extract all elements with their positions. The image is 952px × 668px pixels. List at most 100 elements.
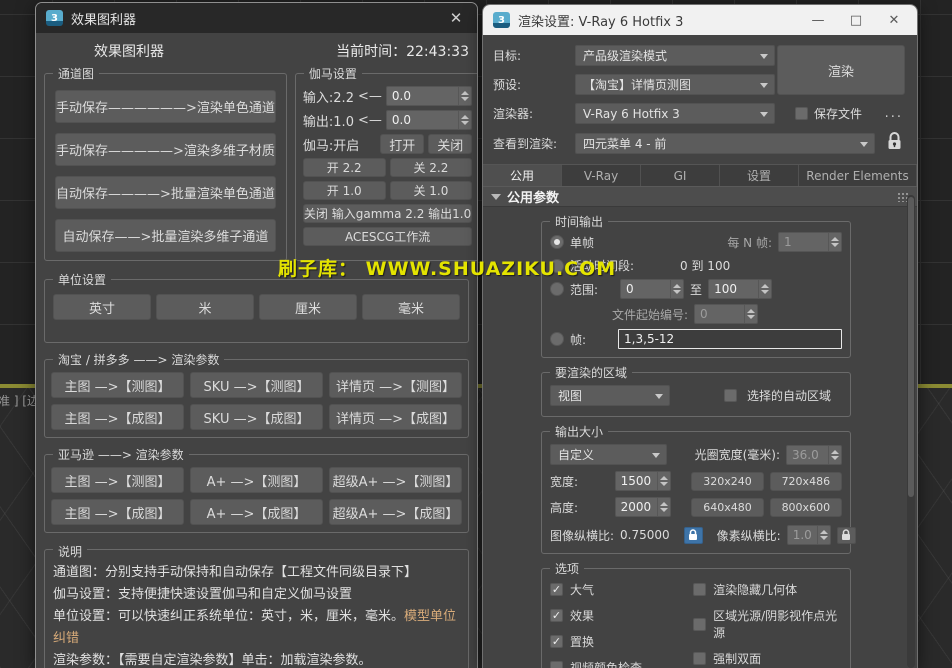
file-start-spinner[interactable]: 0 [694, 304, 759, 324]
target-dropdown[interactable]: 产品级渲染模式 [575, 45, 775, 66]
options-group: 选项 大气 效果 置换 视频颜色检查 渲染为场 渲染隐藏几何体 区域光源/阴影视… [541, 560, 851, 668]
watermark-text: 刷子库： WWW.SHUAZIKU.COM [278, 258, 617, 280]
view-to-render-dropdown[interactable]: 四元菜单 4 - 前 [575, 132, 875, 154]
gamma-open-button[interactable]: 打开 [380, 134, 425, 154]
tab-render-elements[interactable]: Render Elements [799, 165, 917, 186]
view-to-render-label: 查看到渲染: [493, 136, 558, 151]
taobao-sku-final-button[interactable]: SKU —>【成图】 [190, 404, 323, 430]
atmosphere-checkbox[interactable] [550, 583, 563, 596]
time-output-group: 时间输出 单帧 每 N 帧: 1 活动时间段: 0 到 100 范围: 0 至 … [541, 213, 851, 358]
amazon-aplus-final-button[interactable]: A+ —>【成图】 [190, 499, 323, 525]
frames-radio[interactable] [550, 332, 564, 346]
unit-centimeter-button[interactable]: 厘米 [259, 294, 357, 320]
height-spinner[interactable]: 2000 [614, 497, 672, 517]
common-params-rollout-header[interactable]: 公用参数 [483, 186, 917, 207]
manual-save-mono-channel-button[interactable]: 手动保存——————>渲染单色通道 [55, 90, 276, 123]
render-setup-titlebar[interactable]: 3 渲染设置: V-Ray 6 Hotfix 3 — □ ✕ [483, 5, 917, 35]
area-dropdown[interactable]: 视图 [550, 385, 670, 406]
height-label: 高度: [550, 500, 579, 515]
amazon-main-final-button[interactable]: 主图 —>【成图】 [51, 499, 184, 525]
file-start-label: 文件起始编号: [612, 307, 689, 322]
gamma-on-2.2-button[interactable]: 开 2.2 [302, 158, 386, 177]
close-icon[interactable]: ✕ [445, 9, 467, 27]
single-frame-radio[interactable] [550, 235, 564, 249]
collapse-triangle-icon [491, 193, 501, 200]
auto-region-checkbox[interactable] [724, 389, 737, 402]
effect-tool-titlebar[interactable]: 3 效果图利器 ✕ [36, 3, 477, 33]
render-hidden-checkbox[interactable] [693, 583, 707, 596]
more-options-button[interactable]: ... [885, 106, 907, 121]
size-320x240-button[interactable]: 320x240 [691, 471, 764, 491]
output-size-group: 输出大小 自定义 光圈宽度(毫米): 36.0 宽度: 1500 320x240… [541, 423, 856, 554]
vertical-scrollbar[interactable] [907, 195, 915, 668]
render-setup-tabs: 公用 V-Ray GI 设置 Render Elements [483, 164, 917, 186]
pixel-aspect-lock-icon[interactable] [836, 526, 856, 544]
gamma-input-label: 输入:2.2 [302, 90, 354, 106]
range-to-spinner[interactable]: 100 [708, 279, 773, 299]
width-spinner[interactable]: 1500 [614, 471, 672, 491]
amazon-aplus-test-button[interactable]: A+ —>【测图】 [190, 467, 323, 493]
manual-save-multisub-button[interactable]: 手动保存—————>渲染多维子材质 [55, 133, 276, 166]
taobao-main-final-button[interactable]: 主图 —>【成图】 [51, 404, 184, 430]
pixel-aspect-spinner[interactable]: 1.0 [786, 525, 831, 545]
gamma-off-2.2-button[interactable]: 关 2.2 [389, 158, 473, 177]
displacement-checkbox[interactable] [550, 635, 563, 648]
taobao-detail-test-button[interactable]: 详情页 —>【测图】 [329, 372, 462, 398]
video-color-check-checkbox[interactable] [550, 661, 563, 668]
gamma-off-combo-button[interactable]: 关闭 输入gamma 2.2 输出1.0 [302, 204, 473, 223]
area-lights-checkbox[interactable] [693, 617, 707, 631]
3dsmax-app-icon: 3 [493, 12, 510, 28]
tab-common[interactable]: 公用 [483, 165, 562, 186]
acescg-workflow-button[interactable]: ACESCG工作流 [302, 227, 473, 246]
size-800x600-button[interactable]: 800x600 [769, 497, 842, 517]
image-aspect-lock-icon[interactable] [683, 526, 703, 544]
view-lock-icon[interactable] [887, 132, 902, 154]
range-from-spinner[interactable]: 0 [620, 279, 685, 299]
force-two-sided-checkbox[interactable] [693, 652, 707, 665]
range-radio[interactable] [550, 282, 564, 296]
auto-save-batch-mono-button[interactable]: 自动保存————>批量渲染单色通道 [55, 176, 276, 209]
amazon-super-aplus-final-button[interactable]: 超级A+ —>【成图】 [329, 499, 462, 525]
aperture-spinner[interactable]: 36.0 [786, 444, 842, 465]
gamma-input-spinner[interactable]: 0.0 [385, 86, 473, 106]
minimize-icon[interactable]: — [803, 13, 833, 28]
gamma-output-spinner[interactable]: 0.0 [385, 110, 473, 130]
auto-region-label: 选择的自动区域 [747, 389, 832, 403]
tab-vray[interactable]: V-Ray [562, 165, 641, 186]
size-720x486-button[interactable]: 720x486 [769, 471, 842, 491]
image-aspect-label: 图像纵横比: [550, 528, 615, 543]
unit-meter-button[interactable]: 米 [156, 294, 254, 320]
save-file-checkbox[interactable] [795, 107, 808, 120]
renderer-dropdown[interactable]: V-Ray 6 Hotfix 3 [575, 103, 775, 124]
frames-input[interactable] [618, 329, 842, 349]
taobao-main-test-button[interactable]: 主图 —>【测图】 [51, 372, 184, 398]
gamma-on-1.0-button[interactable]: 开 1.0 [302, 181, 386, 200]
tab-gi[interactable]: GI [641, 165, 720, 186]
viewport-shading-label: 标准 ] [边 [0, 394, 39, 408]
amazon-main-test-button[interactable]: 主图 —>【测图】 [51, 467, 184, 493]
preset-dropdown[interactable]: 【淘宝】详情页测图 [575, 74, 775, 95]
amazon-super-aplus-test-button[interactable]: 超级A+ —>【测图】 [329, 467, 462, 493]
tab-settings[interactable]: 设置 [720, 165, 799, 186]
scrollbar-thumb[interactable] [908, 197, 914, 497]
gamma-off-1.0-button[interactable]: 关 1.0 [389, 181, 473, 200]
taobao-detail-final-button[interactable]: 详情页 —>【成图】 [329, 404, 462, 430]
range-label: 范围: [570, 282, 599, 297]
notes-group: 说明 通道图：分别支持手动保持和自动保存【工程文件同级目录下】 伽马设置：支持便… [44, 541, 469, 668]
window-title: 效果图利器 [71, 12, 137, 28]
close-icon[interactable]: ✕ [879, 13, 909, 28]
size-640x480-button[interactable]: 640x480 [691, 497, 764, 517]
tool-heading: 效果图利器 [94, 44, 164, 60]
gamma-close-button[interactable]: 关闭 [428, 134, 473, 154]
taobao-params-group: 淘宝 / 拼多多 ——> 渲染参数 主图 —>【测图】 SKU —>【测图】 详… [44, 351, 469, 438]
render-button[interactable]: 渲染 [777, 45, 905, 95]
image-aspect-value: 0.75000 [620, 528, 670, 542]
maximize-icon[interactable]: □ [841, 13, 871, 28]
taobao-sku-test-button[interactable]: SKU —>【测图】 [190, 372, 323, 398]
every-n-spinner[interactable]: 1 [778, 232, 842, 252]
auto-save-batch-multisub-button[interactable]: 自动保存——>批量渲染多维子通道 [55, 219, 276, 252]
effects-checkbox[interactable] [550, 609, 563, 622]
output-preset-dropdown[interactable]: 自定义 [550, 444, 667, 465]
unit-millimeter-button[interactable]: 毫米 [362, 294, 460, 320]
unit-inch-button[interactable]: 英寸 [53, 294, 151, 320]
